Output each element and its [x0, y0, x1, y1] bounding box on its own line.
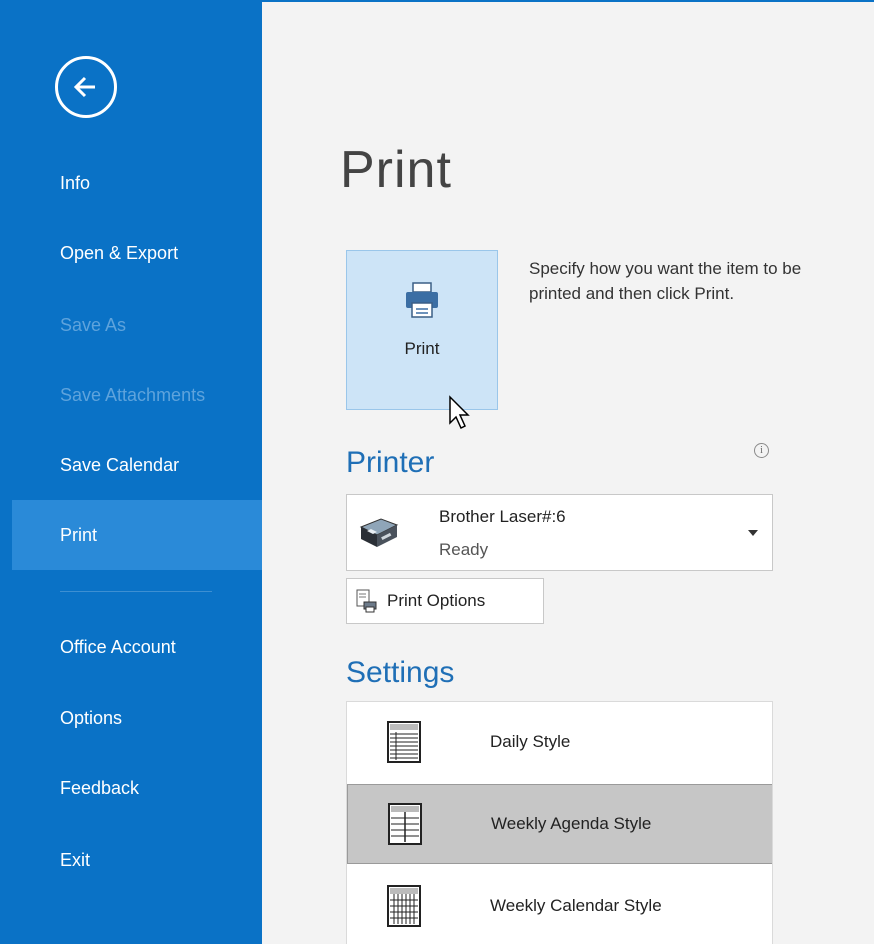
- info-icon[interactable]: i: [754, 443, 769, 458]
- mouse-cursor-icon: [449, 395, 470, 430]
- daily-style-icon: [387, 721, 421, 763]
- print-button[interactable]: Print: [346, 250, 498, 410]
- nav-item-label: Office Account: [60, 636, 176, 657]
- printer-name: Brother Laser#:6: [439, 507, 566, 526]
- nav-item-label: Save As: [60, 314, 127, 335]
- printer-icon: [406, 282, 438, 318]
- print-options-icon: [356, 589, 377, 613]
- nav-item-save-calendar[interactable]: Save Calendar: [12, 435, 262, 495]
- weekly-calendar-style-icon: [387, 885, 421, 927]
- nav-item-label: Exit: [60, 849, 91, 870]
- nav-item-save-as: Save As: [12, 295, 262, 355]
- print-description: Specify how you want the item to be prin…: [529, 259, 802, 303]
- nav-item-exit[interactable]: Exit: [12, 830, 262, 890]
- print-pane: Print Print Specify how you want the ite…: [262, 0, 874, 944]
- nav-item-save-attachments: Save Attachments: [12, 365, 262, 425]
- nav-item-label: Feedback: [60, 777, 140, 798]
- nav-item-label: Info: [60, 172, 91, 193]
- weekly-agenda-style-icon: [388, 803, 422, 845]
- print-options-button[interactable]: Print Options: [346, 578, 544, 624]
- nav-item-label: Print: [60, 524, 98, 545]
- style-label: Weekly Agenda Style: [491, 814, 652, 833]
- page-title: Print: [340, 141, 452, 199]
- nav-item-label: Open & Export: [60, 242, 179, 263]
- chevron-down-icon[interactable]: [748, 530, 758, 536]
- laser-printer-icon: [359, 518, 399, 547]
- back-button[interactable]: [55, 56, 117, 118]
- print-button-label: Print: [404, 339, 440, 358]
- style-item-weekly-calendar[interactable]: Weekly Calendar Style: [347, 866, 772, 944]
- backstage-sidebar: Info Open & Export Save As Save Attachme…: [0, 0, 262, 944]
- nav-divider: [60, 591, 212, 592]
- style-label: Weekly Calendar Style: [490, 896, 662, 915]
- nav-item-print[interactable]: Print: [12, 500, 262, 570]
- style-item-weekly-agenda[interactable]: Weekly Agenda Style: [347, 784, 772, 864]
- print-options-label: Print Options: [387, 591, 486, 610]
- nav-item-label: Save Calendar: [60, 454, 180, 475]
- back-arrow-icon: [73, 76, 95, 98]
- printer-status: Ready: [439, 540, 489, 559]
- printer-heading: Printer: [346, 446, 435, 479]
- print-style-list: Daily Style Weekly Agenda Style Weekly C…: [346, 701, 773, 944]
- nav-item-label: Options: [60, 707, 123, 728]
- nav-item-label: Save Attachments: [60, 384, 206, 405]
- top-border: [262, 0, 874, 2]
- nav-item-feedback[interactable]: Feedback: [12, 758, 262, 818]
- printer-dropdown[interactable]: Brother Laser#:6 Ready: [346, 494, 773, 571]
- style-label: Daily Style: [490, 732, 571, 751]
- settings-heading: Settings: [346, 656, 455, 689]
- nav-item-open-export[interactable]: Open & Export: [12, 223, 262, 283]
- style-item-daily[interactable]: Daily Style: [347, 702, 772, 782]
- nav-item-office-account[interactable]: Office Account: [12, 617, 262, 677]
- nav-item-options[interactable]: Options: [12, 688, 262, 748]
- nav-item-info[interactable]: Info: [12, 153, 262, 213]
